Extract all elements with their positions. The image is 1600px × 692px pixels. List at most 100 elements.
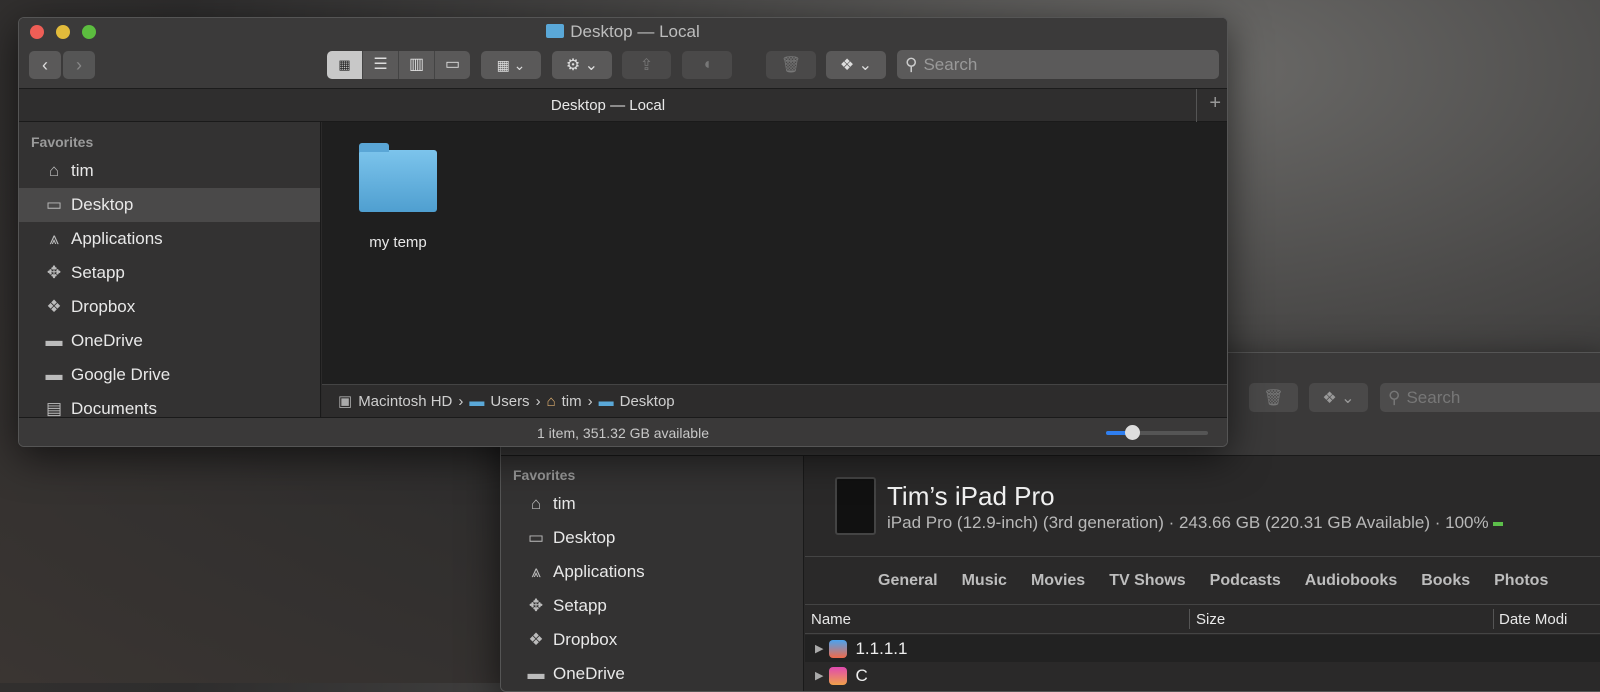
tab-general[interactable]: General: [878, 572, 938, 590]
sidebar-item-setapp[interactable]: ✥ Setapp: [501, 589, 803, 623]
home-icon: ⌂: [48, 161, 60, 180]
desktop-icon: ▭: [527, 528, 545, 547]
folder-icon: ▬: [45, 365, 63, 384]
chevron-right-icon: ›: [535, 392, 541, 410]
sidebar-heading: Favorites: [513, 467, 576, 483]
chevron-right-icon: ›: [458, 392, 464, 410]
trash-button[interactable]: 🗑: [1249, 383, 1298, 412]
device-tabs: General Music Movies TV Shows Podcasts A…: [878, 572, 1548, 590]
back-button[interactable]: ‹: [29, 51, 61, 79]
new-tab-button[interactable]: +: [1209, 92, 1221, 115]
folder-icon: [359, 143, 437, 212]
tab-movies[interactable]: Movies: [1031, 572, 1085, 590]
path-item[interactable]: Desktop: [620, 393, 675, 410]
dropbox-button[interactable]: ❖ ⌄: [826, 51, 886, 79]
search-icon: ⚲: [905, 54, 918, 74]
app-icon: [829, 639, 848, 658]
dropbox-icon: ❖: [839, 57, 855, 74]
column-size[interactable]: Size: [1196, 611, 1225, 628]
sidebar-item-google-drive[interactable]: ▬ Google Drive: [19, 358, 320, 392]
sidebar-item-tim[interactable]: ⌂ tim: [19, 154, 320, 188]
sidebar-item-desktop[interactable]: ▭ Desktop: [501, 521, 803, 555]
search-icon: ⚲: [1388, 387, 1401, 407]
tab-music[interactable]: Music: [962, 572, 1007, 590]
disclosure-triangle-icon[interactable]: ▶: [815, 669, 823, 682]
setapp-icon: ✥: [528, 596, 544, 615]
device-panel: Tim’s iPad Pro iPad Pro (12.9-inch) (3rd…: [805, 456, 1600, 691]
forward-button[interactable]: ›: [63, 51, 95, 79]
table-row[interactable]: ▶ 1.1.1.1: [805, 635, 1600, 662]
column-view-button[interactable]: ▥: [398, 51, 434, 79]
dropbox-icon: ❖: [528, 630, 544, 649]
tab-books[interactable]: Books: [1421, 572, 1470, 590]
sidebar-item-applications[interactable]: ⩓ Applications: [501, 555, 803, 589]
dropbox-button[interactable]: ❖ ⌄: [1309, 383, 1368, 412]
tag-button[interactable]: ◖: [682, 51, 732, 79]
sidebar-item-dropbox[interactable]: ❖ Dropbox: [501, 623, 803, 657]
trash-icon: 🗑: [780, 57, 802, 74]
status-text: 1 item, 351.32 GB available: [537, 425, 709, 441]
group-button[interactable]: ▦ ⌄: [481, 51, 541, 79]
desktop-icon: ▭: [45, 195, 63, 214]
home-icon: ⌂: [546, 392, 556, 410]
gear-icon: ⚙: [565, 57, 581, 74]
search-input[interactable]: ⚲ Search: [897, 50, 1219, 79]
sidebar-item-dropbox[interactable]: ❖ Dropbox: [19, 290, 320, 324]
sidebar-item-onedrive[interactable]: ▬ OneDrive: [501, 657, 803, 691]
path-bar: ▣ Macintosh HD › ▬ Users › ⌂ tim › ▬ Desktop: [322, 384, 1227, 417]
icon-view-button[interactable]: ▦: [327, 51, 362, 79]
path-item[interactable]: Macintosh HD: [358, 393, 452, 410]
tab-photos[interactable]: Photos: [1494, 572, 1548, 590]
battery-icon: [1493, 521, 1504, 526]
path-item[interactable]: tim: [562, 393, 582, 410]
slider-knob[interactable]: [1124, 425, 1140, 440]
column-name[interactable]: Name: [811, 611, 851, 628]
disk-icon: ▣: [338, 393, 353, 410]
tab-tv-shows[interactable]: TV Shows: [1109, 572, 1185, 590]
sidebar-item-onedrive[interactable]: ▬ OneDrive: [19, 324, 320, 358]
gallery-view-button[interactable]: ▭: [434, 51, 470, 79]
folder-icon: ▬: [45, 331, 63, 350]
share-button[interactable]: ⇪: [622, 51, 671, 79]
toolbar: Desktop — Local ‹ › ▦ ☰ ▥ ▭ ▦ ⌄ ⚙ ⌄ ⇪ ◖ …: [19, 18, 1227, 89]
device-name: Tim’s iPad Pro: [887, 481, 1055, 511]
applications-icon: ⩓: [49, 229, 59, 248]
applications-icon: ⩓: [531, 562, 541, 581]
folder-icon: [546, 24, 565, 38]
sidebar-item-desktop[interactable]: ▭ Desktop: [19, 188, 320, 222]
sidebar: Favorites ⌂ tim ▭ Desktop ⩓ Applications ✥ S…: [19, 122, 321, 418]
disclosure-triangle-icon[interactable]: ▶: [815, 642, 823, 655]
finder-window: Desktop — Local ‹ › ▦ ☰ ▥ ▭ ▦ ⌄ ⚙ ⌄ ⇪ ◖ …: [18, 17, 1228, 447]
dropbox-icon: ❖: [46, 297, 62, 316]
column-date-modified[interactable]: Date Modi: [1499, 611, 1567, 628]
sidebar-heading: Favorites: [31, 134, 94, 150]
sidebar-item-tim[interactable]: ⌂ tim: [501, 487, 803, 521]
sidebar: Favorites ⌂ tim ▭ Desktop ⩓ Applications ✥ S…: [501, 456, 804, 691]
tab-bar: Desktop — Local +: [19, 89, 1227, 122]
path-item[interactable]: Users: [490, 393, 529, 410]
tab-audiobooks[interactable]: Audiobooks: [1305, 572, 1397, 590]
folder-icon: ▬: [527, 664, 545, 683]
action-gear-button[interactable]: ⚙ ⌄: [552, 51, 612, 79]
status-bar: 1 item, 351.32 GB available: [19, 417, 1227, 446]
table-row[interactable]: ▶ C: [805, 662, 1600, 689]
chevron-right-icon: ›: [587, 392, 593, 410]
tab-desktop-local[interactable]: Desktop — Local: [19, 97, 1197, 114]
folder-icon: ▬: [598, 392, 614, 410]
sidebar-item-setapp[interactable]: ✥ Setapp: [19, 256, 320, 290]
tag-icon: ◖: [702, 56, 712, 73]
trash-button[interactable]: 🗑: [766, 51, 816, 79]
setapp-icon: ✥: [46, 263, 62, 282]
file-item[interactable]: my temp: [352, 142, 444, 251]
search-input[interactable]: ⚲ Search: [1380, 383, 1600, 412]
tab-podcasts[interactable]: Podcasts: [1210, 572, 1281, 590]
sidebar-item-applications[interactable]: ⩓ Applications: [19, 222, 320, 256]
folder-icon: ▬: [469, 392, 485, 410]
app-icon: [829, 666, 848, 685]
file-area: my temp: [322, 122, 1227, 384]
icon-size-slider[interactable]: [1106, 425, 1208, 440]
list-view-button[interactable]: ☰: [362, 51, 398, 79]
view-mode-control: ▦ ☰ ▥ ▭: [327, 51, 470, 79]
device-details: iPad Pro (12.9-inch) (3rd generation) · …: [887, 513, 1504, 533]
ipad-icon: [835, 477, 876, 535]
